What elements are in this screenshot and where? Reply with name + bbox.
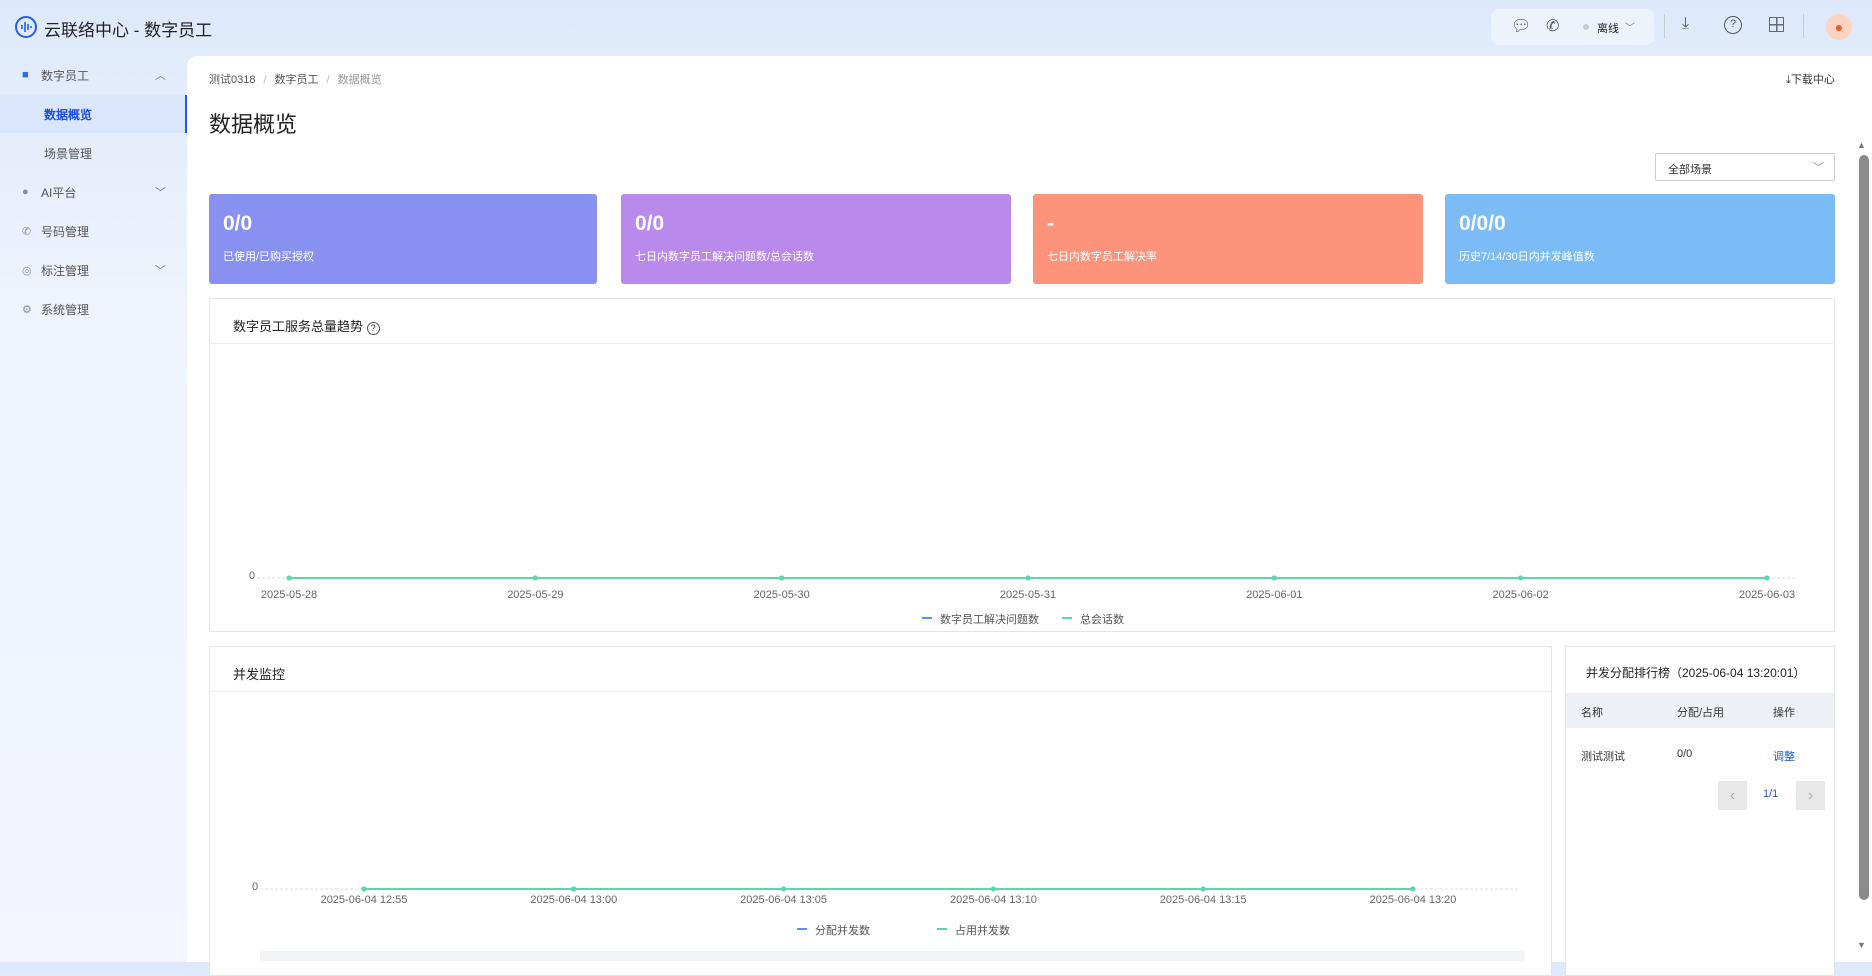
zoom-slider[interactable] [260,951,1525,961]
x-tick-label: 2025-06-04 13:10 [949,894,1037,906]
x-tick-label: 2025-06-04 13:15 [1159,894,1247,906]
divider [1664,14,1665,38]
ranking-panel: 并发分配排行榜（2025-06-04 13:20:01） 名称 分配/占用 操作… [1565,646,1835,976]
app-title: 云联络中心 - 数字员工 [44,21,213,40]
page-indicator: 1/1 [1763,788,1779,800]
sidebar-item-scene-management[interactable]: 场景管理 [0,134,187,172]
legend-item: 数字员工解决问题数 [940,614,1039,626]
x-tick-label: 2025-06-04 13:00 [530,894,618,906]
sidebar-item-data-overview[interactable]: 数据概览 [0,95,187,133]
chevron-down-icon: ﹀ [1813,162,1824,174]
x-tick-label: 2025-05-29 [507,589,564,601]
apps-grid-icon[interactable] [1769,17,1784,32]
chevron-down-icon: ﹀ [1625,23,1635,34]
x-tick-label: 2025-05-28 [260,589,318,601]
x-tick-label: 2025-06-04 13:20 [1369,894,1457,906]
x-tick-label: 2025-06-03 [1738,589,1796,601]
status-dot [1583,24,1589,30]
divider [1803,14,1804,38]
chat-icon[interactable]: 💬︎ [1511,16,1531,36]
help-icon[interactable]: ? [366,322,380,335]
scrollbar[interactable] [1859,155,1869,900]
download-icon[interactable]: ⤓ [1682,15,1689,33]
stat-card-licenses: 0/0 已使用/已购买授权 [209,194,597,284]
trend-panel: 数字员工服务总量趋势 ? [209,298,1835,632]
trend-title: 数字员工服务总量趋势 ? [233,316,380,335]
robot-icon: ■ [22,69,29,81]
breadcrumb: 测试0318/数字员工 / 数据概览 [209,74,382,86]
ranking-header: 名称 分配/占用 操作 [1566,693,1834,728]
scroll-up-icon[interactable]: ▲ [1857,140,1866,150]
breadcrumb-item[interactable]: 数字员工 [275,74,319,86]
chevron-down-icon: ﹀ [155,265,166,277]
ranking-title: 并发分配排行榜（2025-06-04 13:20:01） [1586,666,1806,680]
concurrency-title: 并发监控 [233,667,286,682]
chevron-down-icon: ﹀ [155,187,166,199]
next-page-button[interactable]: › [1796,781,1825,810]
y-tick-label: 0 [252,881,259,893]
concurrency-panel: 并发监控 [209,646,1552,976]
phone-icon[interactable]: ✆ [1546,16,1559,36]
x-tick-label: 2025-05-30 [753,589,810,601]
phone-icon: ✆ [22,225,32,238]
download-center-link[interactable]: ⤓下载中心 [1786,71,1835,87]
logo-icon [15,16,37,38]
legend-item: 分配并发数 [815,925,870,937]
x-tick-label: 2025-06-02 [1492,589,1549,601]
page-title: 数据概览 [209,112,298,137]
x-tick-label: 2025-06-01 [1246,589,1303,601]
x-tick-label: 2025-06-04 12:55 [320,894,408,906]
legend-item: 占用并发数 [955,925,1010,937]
sidebar-item-system[interactable]: ⚙ 系统管理 [0,290,187,328]
tag-icon: ◎ [22,264,32,277]
agent-toolbar: 💬︎ ✆ 离线 ﹀ [1491,9,1654,45]
x-tick-label: 2025-05-31 [999,589,1057,601]
chevron-up-icon: ︿ [155,70,166,82]
breadcrumb-item[interactable]: 测试0318 [209,74,255,86]
gear-icon: ⚙ [22,303,32,316]
table-row: 测试测试 0/0 调整 [1581,748,1795,764]
user-avatar[interactable]: ● [1826,14,1852,40]
breadcrumb-current: 数据概览 [337,74,382,86]
stat-card-peak: 0/0/0 历史7/14/30日内并发峰值数 [1445,194,1835,284]
top-bar: 云联络中心 - 数字员工 💬︎ ✆ 离线 ﹀ ⤓ ? ● [0,0,1872,56]
status-dropdown[interactable]: 离线 [1597,20,1619,36]
y-tick-label: 0 [249,570,256,582]
x-tick-label: 2025-06-04 13:05 [740,894,828,906]
sidebar-item-annotation[interactable]: ◎ 标注管理 ﹀ [0,251,187,289]
stat-card-rate: - 七日内数字员工解决率 [1033,194,1423,284]
scene-select[interactable]: 全部场景 ﹀ [1655,153,1835,181]
sidebar-item-ai-platform[interactable]: ● AI平台 ﹀ [0,173,187,211]
sidebar-item-digital-employee[interactable]: ■ 数字员工 ︿ [0,56,187,94]
adjust-link[interactable]: 调整 [1773,748,1795,764]
scroll-down-icon[interactable]: ▼ [1857,940,1866,950]
help-icon[interactable]: ? [1724,16,1742,34]
stat-card-solved: 0/0 七日内数字员工解决问题数/总会话数 [621,194,1011,284]
sidebar-item-number-management[interactable]: ✆ 号码管理 [0,212,187,250]
legend-item: 总会话数 [1080,614,1124,626]
ai-icon: ● [22,186,29,198]
prev-page-button[interactable]: ‹ [1718,781,1747,810]
